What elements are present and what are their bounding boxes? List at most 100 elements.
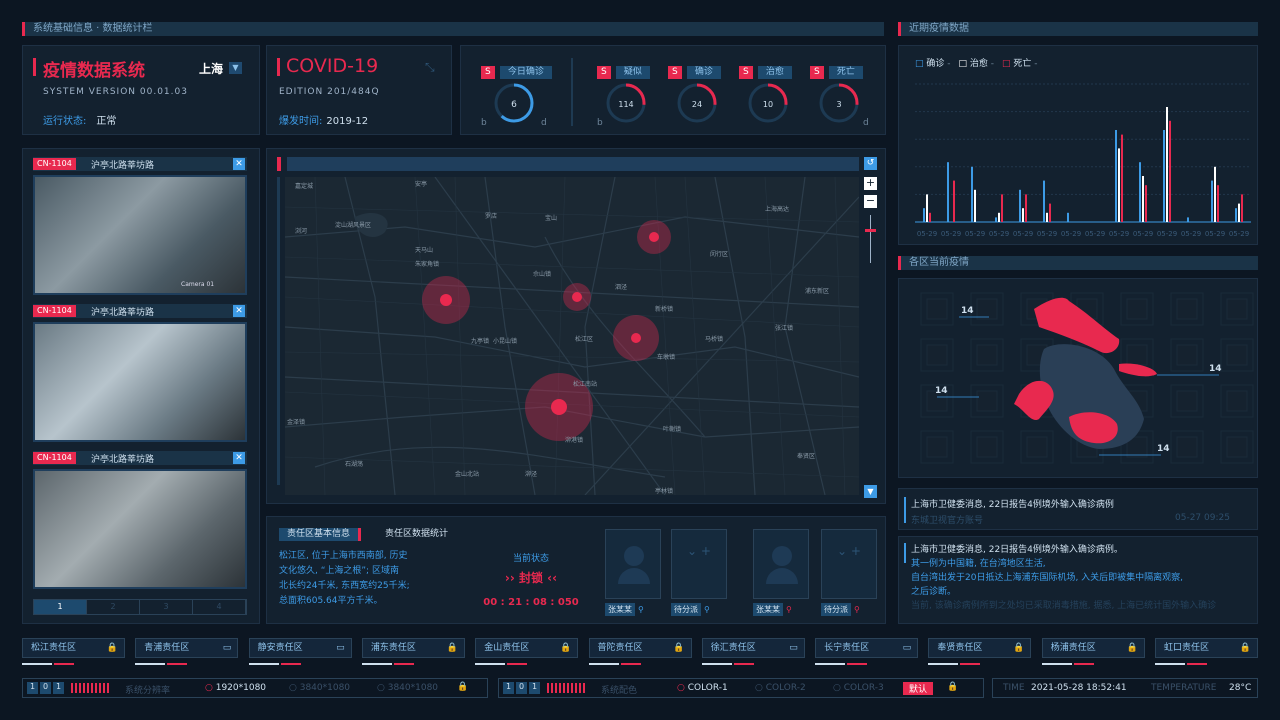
person-card-2[interactable]	[753, 529, 809, 599]
map-label: 松江区	[575, 335, 593, 343]
district-value-3: 14	[1157, 444, 1170, 454]
today-dial: 6	[494, 83, 534, 123]
bar-0-1	[947, 162, 949, 222]
zone-tab-2[interactable]: 静安责任区 ▭	[248, 638, 352, 658]
person-name-0: 张某某 ⚲	[605, 603, 661, 616]
camera-header-0: CN-1104 沪亭北路莘坊路 ✕	[33, 157, 247, 171]
bar-2-1	[953, 180, 955, 222]
default-button[interactable]: 默认	[903, 682, 934, 695]
lock-icon[interactable]: 🔒	[457, 682, 468, 692]
outbreak-value: 2019-12	[326, 116, 369, 127]
news-item-1[interactable]: 上海市卫健委消息, 22日报告4例境外输入确诊病例 东城卫视官方账号 05-27…	[898, 488, 1258, 530]
person-name-2: 张某某 ⚲	[753, 603, 809, 616]
camera-header-1: CN-1104 沪亭北路莘坊路 ✕	[33, 304, 247, 318]
district-panel: 责任区基本信息 责任区数据统计 松江区, 位于上海市西南部, 历史 文化悠久, “…	[266, 516, 886, 624]
district-value-1: 14	[1209, 364, 1222, 374]
x-tick-label: 05-29	[1229, 230, 1249, 238]
bar-0-4	[1019, 189, 1021, 222]
assign-card-3[interactable]: ⌄ +	[821, 529, 877, 599]
map-label: 金山北站	[455, 470, 479, 478]
system-version: SYSTEM VERSION 00.01.03	[43, 87, 188, 97]
zone-tab-3[interactable]: 浦东责任区 🔒	[361, 638, 465, 658]
page-2[interactable]: 2	[87, 600, 140, 614]
map-label: 松江南站	[573, 380, 597, 388]
district-info-tab[interactable]: 责任区基本信息	[279, 528, 362, 541]
x-tick-label: 05-29	[917, 230, 937, 238]
district-shape-west	[1014, 380, 1054, 421]
camera-feed-0[interactable]: Camera 01	[33, 175, 247, 295]
color-option-2[interactable]: ○ COLOR-2	[755, 683, 806, 693]
close-icon[interactable]: ✕	[233, 158, 245, 170]
user-icon: ⚲	[786, 605, 792, 614]
lock-icon: 🔒	[559, 643, 572, 653]
lock-icon: 🔒	[1013, 643, 1025, 653]
zone-tab-10[interactable]: 虹口责任区 🔒	[1155, 638, 1258, 658]
refresh-icon[interactable]: ↺	[864, 157, 877, 170]
assign-card-1[interactable]: ⌄ +	[671, 529, 727, 599]
x-tick-label: 05-29	[989, 230, 1009, 238]
district-stats-tab[interactable]: 责任区数据统计	[385, 528, 448, 541]
lock-icon: 🔒	[1126, 643, 1138, 653]
map-label: 石湖荡	[345, 460, 363, 468]
close-icon[interactable]: ✕	[233, 305, 245, 317]
bar-0-13	[1235, 208, 1237, 222]
res-option-2[interactable]: ○ 3840*1080	[289, 683, 350, 693]
city-select[interactable]: 上海	[199, 60, 223, 77]
camera-feed-2[interactable]	[33, 469, 247, 589]
zone-tab-4[interactable]: 金山责任区 🔒	[475, 638, 579, 658]
lock-icon[interactable]: 🔒	[947, 682, 958, 692]
bar-2-8	[1121, 134, 1123, 222]
bar-chart: 05-29 05-29 05-29 05-29 05-29 05-29 05-29 05-29…	[915, 83, 1251, 238]
person-name-1: 待分派 ⚲	[671, 603, 727, 616]
person-card-0[interactable]	[605, 529, 661, 599]
page-1[interactable]: 1	[34, 600, 87, 614]
lock-icon: 🔒	[673, 643, 685, 653]
expand-icon[interactable]: ⤡	[425, 60, 435, 75]
zone-tab-0[interactable]: 松江责任区 🔒	[22, 638, 125, 658]
chevron-down-icon[interactable]: ▼	[229, 62, 242, 74]
res-option-3[interactable]: ○ 3840*1080	[377, 683, 438, 693]
user-icon: ⚲	[638, 605, 644, 614]
color-option-3[interactable]: ○ COLOR-3	[833, 683, 884, 693]
avatar	[772, 546, 792, 566]
bar-1-2	[974, 189, 976, 222]
top-title-bar: 系统基础信息 · 数据统计栏	[22, 22, 884, 36]
add-person-icon: ⌄ +	[837, 544, 861, 558]
bar-0-0	[923, 208, 925, 222]
page-3[interactable]: 3	[140, 600, 193, 614]
color-option-1[interactable]: ○ COLOR-1	[677, 683, 728, 693]
add-person-icon: ⌄ +	[687, 544, 711, 558]
news-item-2[interactable]: 上海市卫健委消息, 22日报告4例境外输入确诊病例。 其一例为中国籍, 在台湾地…	[898, 536, 1258, 624]
camera-location: 沪亭北路莘坊路	[91, 455, 155, 465]
bar-2-3	[1001, 194, 1003, 222]
zoom-slider[interactable]	[870, 215, 871, 263]
bar-1-3	[998, 212, 1000, 222]
legend-item-1: □ 治愈 -	[958, 59, 995, 69]
zone-tab-5[interactable]: 普陀责任区 🔒	[588, 638, 692, 658]
zone-tab-6[interactable]: 徐汇责任区 ▭	[701, 638, 805, 658]
close-icon[interactable]: ✕	[233, 452, 245, 464]
camera-feed-1[interactable]	[33, 322, 247, 442]
bar-0-6	[1067, 212, 1069, 222]
map-label: 淀山湖风景区	[335, 221, 371, 229]
x-tick-label: 05-29	[1133, 230, 1153, 238]
res-option-1[interactable]: ○ 1920*1080	[205, 683, 266, 693]
zone-tab-7[interactable]: 长宁责任区 ▭	[815, 638, 919, 658]
bar-1-8	[1118, 148, 1120, 222]
scroll-down-icon[interactable]: ▼	[864, 485, 877, 498]
map-label: 浏河	[295, 227, 307, 235]
zone-tab-8[interactable]: 奉贤责任区 🔒	[928, 638, 1032, 658]
zoom-in-button[interactable]: +	[864, 177, 877, 190]
run-status-value: 正常	[96, 116, 117, 127]
x-tick-label: 05-29	[1181, 230, 1201, 238]
city-map[interactable]: 嘉定城 安亭浏河 罗店 宝山 上海高达佘山镇泗泾新桥镇松江区 九亭镇车墩镇 马桥镇 闵行区泖港…	[285, 177, 859, 495]
zoom-slider-handle[interactable]	[865, 229, 876, 232]
zoom-out-button[interactable]: −	[864, 195, 877, 208]
page-4[interactable]: 4	[193, 600, 246, 614]
camera-panel: CN-1104 沪亭北路莘坊路 ✕ Camera 01 CN-1104 沪亭北路莘坊路 ✕ C…	[22, 148, 260, 624]
stat-value-2: 10	[763, 100, 773, 109]
bar-2-9	[1145, 185, 1147, 222]
zone-tab-1[interactable]: 青浦责任区 ▭	[135, 638, 239, 658]
chart-legend: □ 确诊 - □ 治愈 - □ 死亡 -	[915, 56, 1038, 69]
zone-tab-9[interactable]: 杨浦责任区 🔒	[1041, 638, 1145, 658]
